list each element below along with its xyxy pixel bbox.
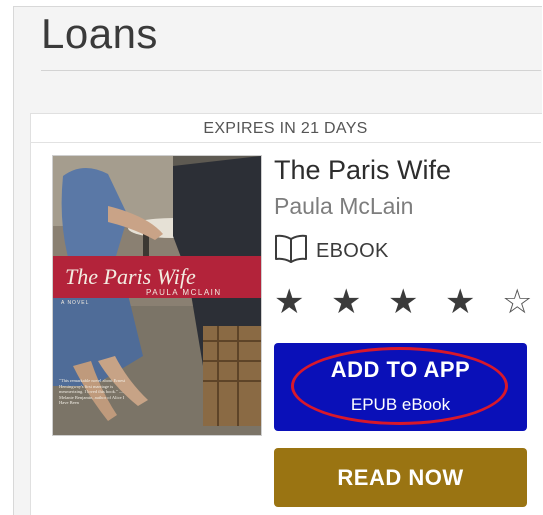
title-divider [41,70,541,71]
star-filled-icon[interactable]: ★ [445,282,502,322]
star-rating[interactable]: ★ ★ ★ ★ ☆ [274,282,543,322]
book-cover[interactable]: The Paris Wife PAULA MCLAIN A NOVEL "Thi… [52,155,262,436]
add-to-app-button[interactable]: ADD TO APP EPUB eBook [274,343,527,431]
highlight-ring [291,347,508,425]
star-filled-icon[interactable]: ★ [331,282,388,322]
star-filled-icon[interactable]: ★ [388,282,445,322]
expiry-label: EXPIRES IN 21 DAYS [203,120,368,137]
expiry-divider [30,142,541,143]
cover-title-text: The Paris Wife [65,264,196,289]
open-book-icon [274,234,308,269]
read-now-button[interactable]: READ NOW [274,448,527,507]
format-label: EBOOK [316,239,389,262]
format-row: EBOOK [274,234,389,269]
cover-subtitle-text: A NOVEL [61,300,89,306]
book-title[interactable]: The Paris Wife [274,155,451,186]
book-cover-image: The Paris Wife PAULA MCLAIN A NOVEL "Thi… [53,156,261,435]
cover-quote-text: "This remarkable novel about Ernest Hemi… [59,378,126,405]
cover-author-text: PAULA MCLAIN [146,288,222,297]
star-filled-icon[interactable]: ★ [274,282,331,322]
page-title: Loans [41,10,158,57]
star-empty-icon[interactable]: ☆ [502,282,543,322]
read-now-label: READ NOW [337,464,464,490]
book-author[interactable]: Paula McLain [274,193,413,220]
